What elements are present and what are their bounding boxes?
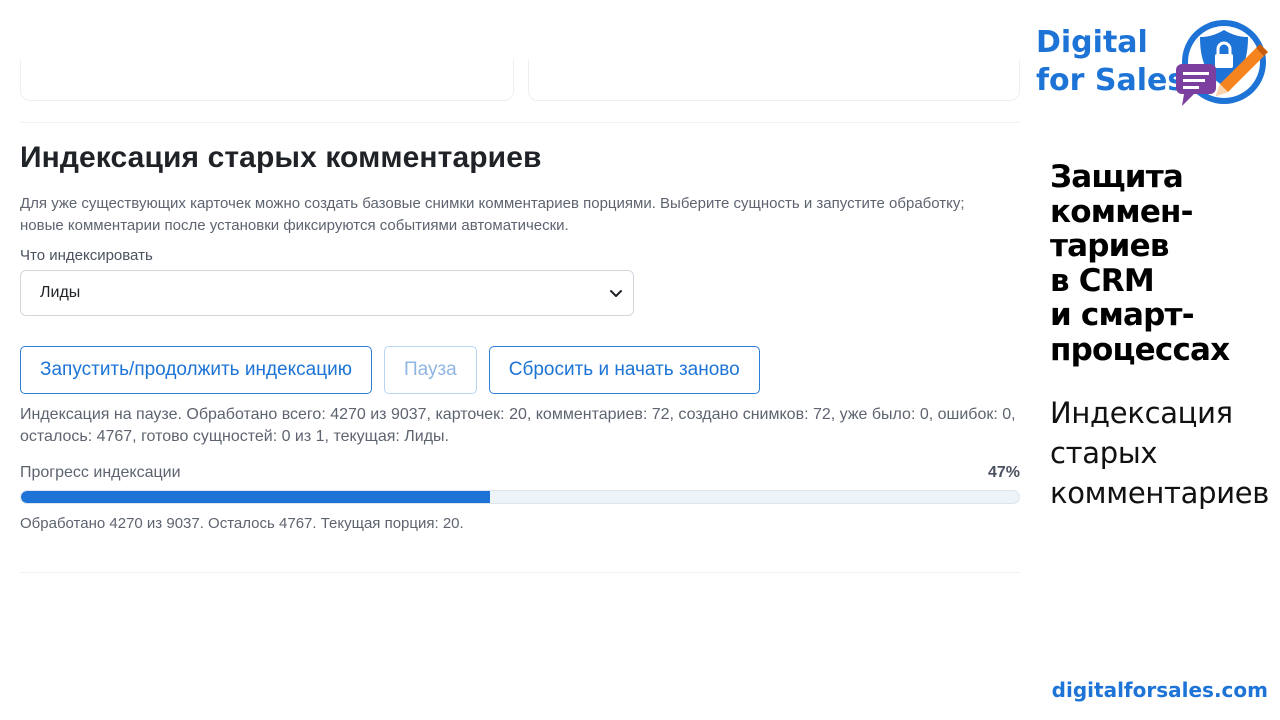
website-link[interactable]: digitalforsales.com: [1052, 678, 1268, 702]
progress-percent: 47%: [987, 464, 1020, 481]
top-card-left: [20, 60, 514, 101]
entity-select[interactable]: Лиды: [20, 270, 634, 316]
entity-select-value: Лиды: [40, 284, 81, 301]
side-subtitle: Индексация старых комментариев: [1050, 396, 1270, 510]
entity-select-label: Что индексировать: [20, 247, 153, 264]
chevron-down-icon: [610, 290, 622, 297]
brand-name: Digital for Sales: [1036, 24, 1185, 100]
brand-line-1: Digital: [1036, 25, 1148, 60]
start-indexing-button[interactable]: Запустить/продолжить индексацию: [20, 346, 372, 394]
action-buttons: Запустить/продолжить индексацию Пауза Сб…: [20, 346, 1020, 394]
pause-button[interactable]: Пауза: [383, 346, 477, 394]
section-description: Для уже существующих карточек можно созд…: [20, 195, 965, 234]
progress-header: Прогресс индексации 47%: [20, 464, 1020, 482]
progress-bar: [20, 490, 1020, 504]
brand-logo-icon: [1176, 20, 1268, 106]
side-title: Защита коммен- тариев в CRM и смарт- про…: [1050, 159, 1230, 368]
reset-button[interactable]: Сбросить и начать заново: [488, 346, 760, 394]
divider-top: [20, 122, 1020, 123]
section-title: Индексация старых комментариев: [20, 141, 542, 174]
indexing-section: Индексация старых комментариев Для уже с…: [20, 140, 1020, 532]
progress-footer: Обработано 4270 из 9037. Осталось 4767. …: [20, 515, 464, 532]
progress-label: Прогресс индексации: [20, 464, 181, 481]
progress-bar-fill: [21, 491, 491, 503]
top-card-right: [528, 60, 1020, 101]
divider-bottom: [20, 572, 1020, 573]
status-text: Индексация на паузе. Обработано всего: 4…: [20, 406, 1016, 445]
brand-line-2: for Sales: [1036, 63, 1186, 98]
